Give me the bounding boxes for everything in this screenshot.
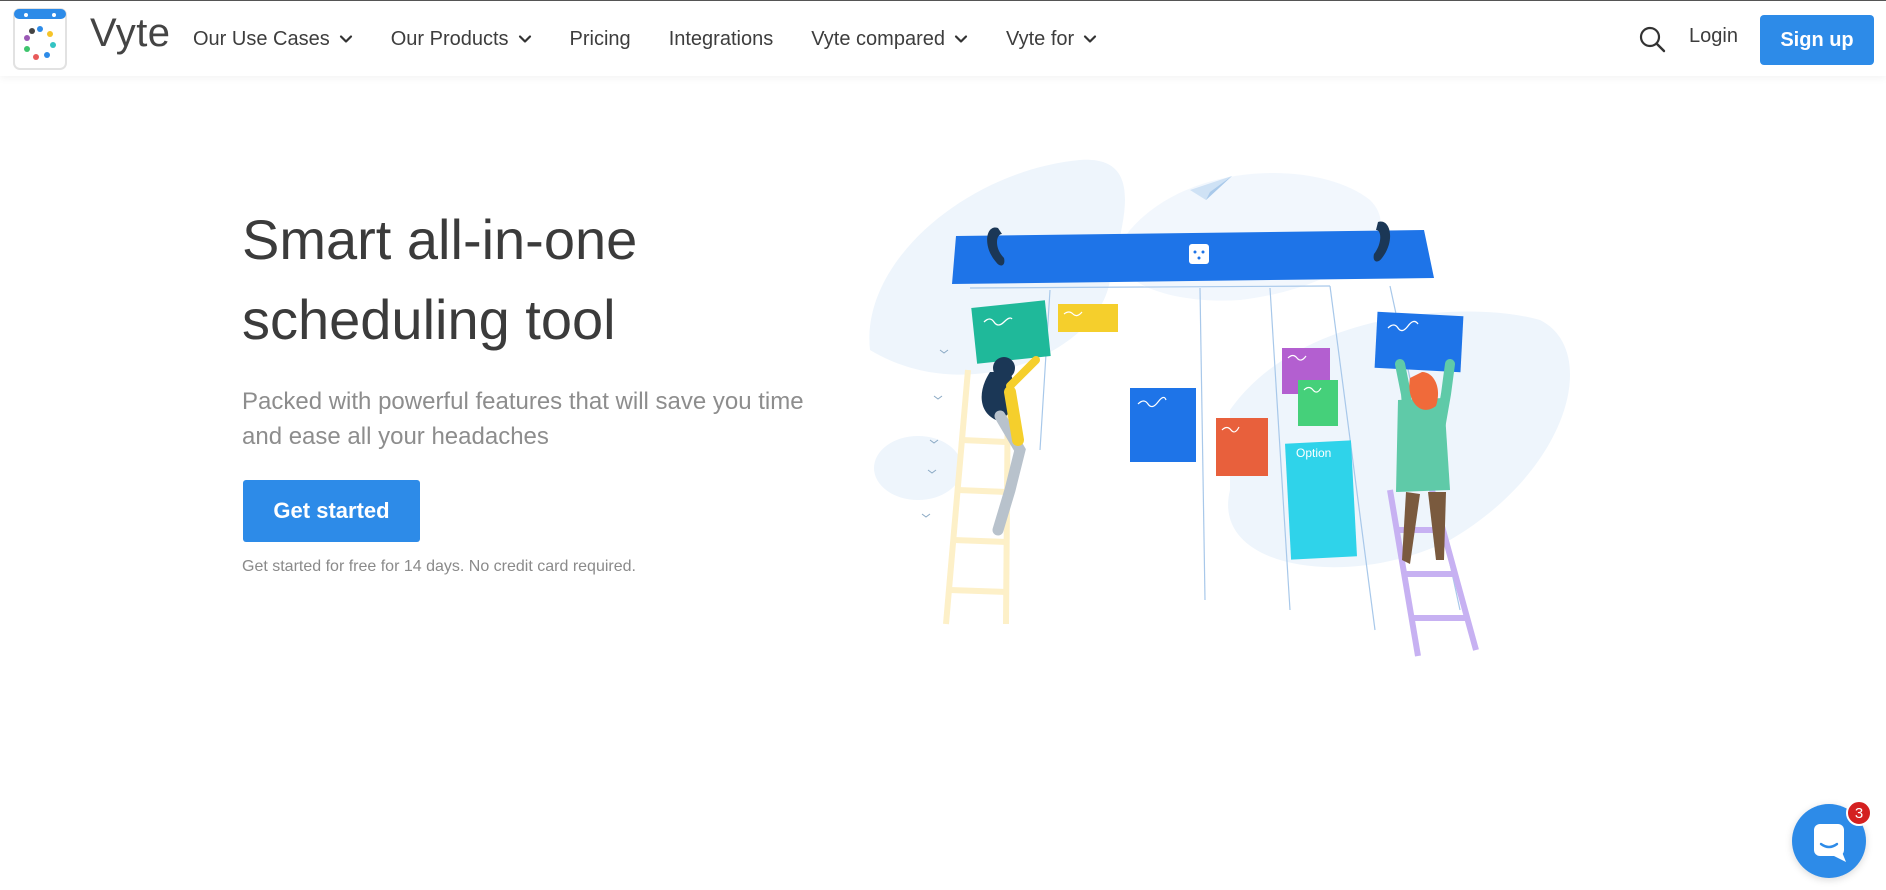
hero-subtitle: Packed with powerful features that will … bbox=[242, 384, 822, 454]
chevron-down-icon bbox=[954, 35, 968, 43]
signup-button[interactable]: Sign up bbox=[1760, 15, 1874, 65]
login-link[interactable]: Login bbox=[1689, 25, 1738, 48]
option-card-label: Option bbox=[1296, 446, 1331, 460]
vyte-logo-icon[interactable] bbox=[12, 7, 68, 71]
hero-subtitle-line-2: and ease all your headaches bbox=[242, 423, 549, 450]
hero-title: Smart all-in-one scheduling tool bbox=[242, 200, 862, 360]
nav-label: Our Use Cases bbox=[193, 27, 330, 50]
chat-notification-badge: 3 bbox=[1846, 800, 1872, 826]
nav-pricing[interactable]: Pricing bbox=[570, 28, 631, 51]
hero-subtitle-line-1: Packed with powerful features that will … bbox=[242, 388, 804, 415]
chevron-down-icon bbox=[518, 35, 531, 43]
chevron-down-icon bbox=[339, 35, 352, 43]
nav-vyte-for[interactable]: Vyte for bbox=[1006, 28, 1097, 51]
nav-our-products[interactable]: Our Products bbox=[391, 28, 532, 51]
top-navigation-bar: Vyte Our Use Cases Our Products Pricing … bbox=[0, 0, 1886, 76]
nav-label: Our Products bbox=[390, 27, 509, 50]
scheduling-board-illustration: Option bbox=[869, 159, 1570, 657]
brand-name[interactable]: Vyte bbox=[90, 11, 171, 56]
nav-label: Pricing bbox=[569, 27, 631, 50]
nav-integrations[interactable]: Integrations bbox=[669, 28, 774, 51]
free-trial-note: Get started for free for 14 days. No cre… bbox=[242, 558, 636, 575]
get-started-button[interactable]: Get started bbox=[243, 480, 420, 542]
nav-label: Integrations bbox=[668, 27, 774, 50]
chevron-down-icon bbox=[1084, 35, 1097, 43]
nav-label: Vyte for bbox=[1005, 27, 1075, 50]
main-nav: Our Use Cases Our Products Pricing Integ… bbox=[193, 1, 1135, 77]
nav-our-use-cases[interactable]: Our Use Cases bbox=[193, 28, 353, 51]
nav-label: Vyte compared bbox=[811, 27, 945, 50]
nav-vyte-compared[interactable]: Vyte compared bbox=[811, 28, 968, 51]
hero-title-line-1: Smart all-in-one bbox=[242, 208, 638, 271]
hero-title-line-2: scheduling tool bbox=[242, 288, 616, 351]
search-icon[interactable] bbox=[1638, 25, 1666, 53]
